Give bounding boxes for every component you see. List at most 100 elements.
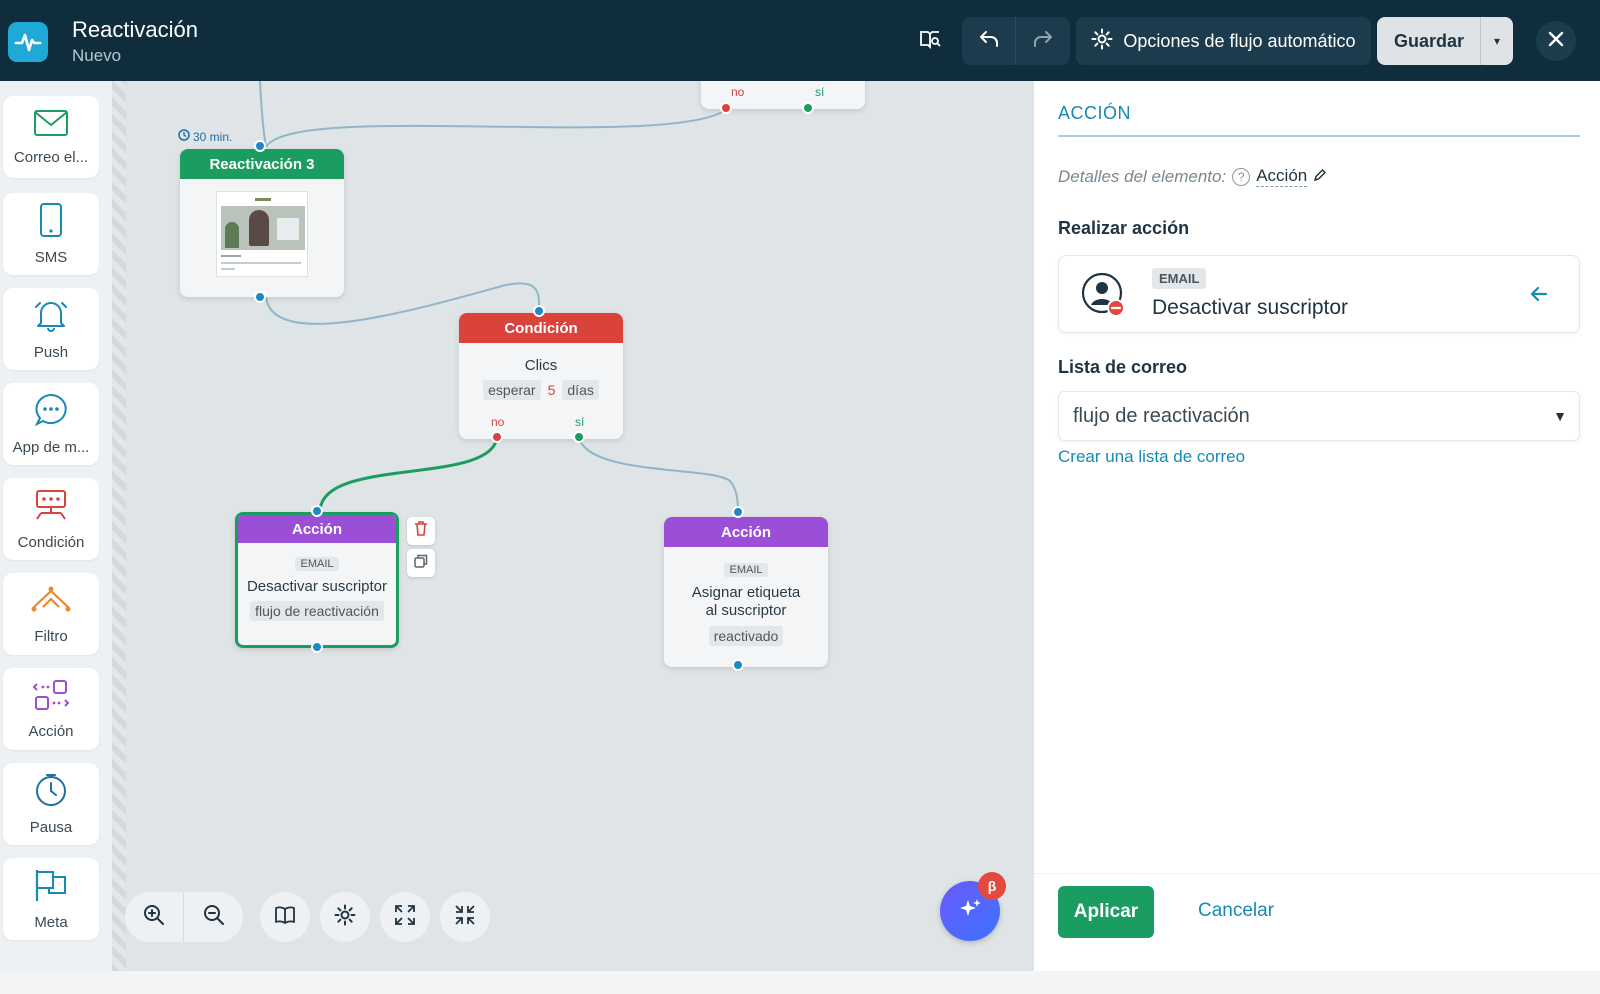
redo-button[interactable] (1016, 17, 1070, 65)
top-header: Reactivación Nuevo Opciones de flujo aut… (0, 0, 1600, 81)
element-palette: Correo el... SMS Push App de m... Condic… (0, 81, 112, 971)
mailing-list-value: flujo de reactivación (1073, 404, 1250, 427)
port-action-left-out[interactable] (311, 641, 323, 653)
palette-item-condition[interactable]: Condición (3, 478, 99, 560)
filter-icon (30, 583, 72, 622)
canvas-settings-button[interactable] (320, 892, 370, 942)
zoom-out-icon (203, 904, 225, 931)
bell-icon (32, 297, 70, 338)
selected-action-card[interactable]: EMAIL Desactivar suscriptor (1058, 255, 1580, 333)
palette-item-action[interactable]: Acción (3, 668, 99, 750)
palette-item-filter[interactable]: Filtro (3, 573, 99, 655)
action-list-chip: flujo de reactivación (250, 601, 384, 621)
expand-icon (394, 904, 416, 931)
undo-button[interactable] (962, 17, 1016, 65)
port-email-in[interactable] (254, 140, 266, 152)
panel-title: ACCIÓN (1058, 103, 1132, 123)
chevron-down-icon: ▼ (1553, 408, 1567, 424)
node-condition-clics[interactable]: Condición Clics esperar 5 días no sí (459, 313, 623, 439)
duplicate-node-button[interactable] (407, 549, 435, 577)
port-condition-yes[interactable] (573, 431, 585, 443)
zoom-out-button[interactable] (184, 892, 243, 942)
connection-condition-no (318, 436, 499, 512)
action-text: Asignar etiqueta al suscriptor (664, 584, 828, 620)
copy-icon (414, 554, 428, 573)
action-icon (32, 678, 70, 717)
history-controls (962, 17, 1070, 65)
palette-item-label: Correo el... (13, 149, 89, 166)
port-action-right-in[interactable] (732, 506, 744, 518)
palette-item-push[interactable]: Push (3, 288, 99, 370)
chevron-down-icon: ▾ (1493, 34, 1501, 48)
clock-icon (178, 129, 190, 144)
palette-item-pause[interactable]: Pausa (3, 763, 99, 845)
port-action-right-out[interactable] (732, 659, 744, 671)
mailing-list-select[interactable]: flujo de reactivación ▼ (1058, 391, 1580, 441)
flag-icon (33, 867, 69, 908)
gear-icon (334, 904, 356, 931)
cancel-button[interactable]: Cancelar (1198, 900, 1274, 922)
condition-wait: esperar 5 días (459, 380, 623, 400)
sparkle-icon (957, 896, 983, 927)
close-button[interactable] (1536, 21, 1576, 61)
palette-item-label: Meta (34, 914, 68, 931)
save-dropdown-toggle[interactable]: ▾ (1480, 17, 1513, 65)
port-action-left-in[interactable] (311, 505, 323, 517)
wait-value: 5 (547, 382, 556, 398)
properties-panel: ACCIÓN Detalles del elemento: ? Acción R… (1034, 81, 1600, 971)
help-icon[interactable]: ? (1232, 167, 1251, 186)
action-text-line: al suscriptor (705, 602, 787, 619)
guide-button[interactable] (260, 892, 310, 942)
palette-item-email[interactable]: Correo el... (3, 96, 99, 178)
collapse-icon (454, 904, 476, 931)
element-name[interactable]: Acción (1256, 166, 1308, 187)
close-icon (1547, 30, 1565, 53)
palette-item-label: Pausa (29, 819, 73, 836)
flow-options-button[interactable]: Opciones de flujo automático (1076, 17, 1371, 65)
connection-top-no (265, 108, 728, 148)
clock-icon (33, 772, 69, 813)
channel-badge: EMAIL (295, 557, 339, 571)
port-email-out[interactable] (254, 291, 266, 303)
port-top-yes[interactable] (802, 102, 814, 114)
port-condition-no[interactable] (491, 431, 503, 443)
connection-top-to-email (259, 81, 267, 148)
undo-icon (978, 29, 1000, 54)
condition-event: Clics (524, 357, 558, 374)
flow-title[interactable]: Reactivación (72, 17, 198, 43)
save-button[interactable]: Guardar (1377, 31, 1480, 52)
node-email-reactivacion-3[interactable]: Reactivación 3 (180, 149, 344, 297)
gear-icon (1091, 28, 1113, 55)
edit-pencil-icon[interactable] (1313, 167, 1327, 187)
create-list-link[interactable]: Crear una lista de correo (1058, 447, 1245, 467)
port-condition-in[interactable] (533, 305, 545, 317)
node-action-deactivate[interactable]: Acción EMAIL Desactivar suscriptor flujo… (235, 512, 399, 648)
action-text: Desactivar suscriptor (246, 578, 388, 595)
palette-item-goal[interactable]: Meta (3, 858, 99, 940)
node-header: Acción (664, 517, 828, 547)
details-label: Detalles del elemento: (1058, 166, 1227, 186)
palette-item-label: Filtro (34, 628, 68, 645)
node-action-assign-tag[interactable]: Acción EMAIL Asignar etiqueta al suscrip… (664, 517, 828, 667)
palette-item-label: SMS (34, 249, 68, 266)
flow-options-label: Opciones de flujo automático (1123, 30, 1356, 51)
fit-screen-button[interactable] (380, 892, 430, 942)
apply-button[interactable]: Aplicar (1058, 886, 1154, 938)
node-header: Acción (238, 515, 396, 543)
action-tag-chip: reactivado (708, 626, 784, 646)
flow-canvas[interactable]: no sí 30 min. Reactivación 3 Condición C… (112, 81, 1034, 971)
port-top-no[interactable] (720, 102, 732, 114)
zoom-in-button[interactable] (125, 892, 184, 942)
redo-icon (1032, 29, 1054, 54)
palette-item-sms[interactable]: SMS (3, 193, 99, 275)
arrow-left-icon[interactable] (1529, 284, 1549, 309)
palette-item-app-messages[interactable]: App de m... (3, 383, 99, 465)
action-text-line: Asignar etiqueta (691, 584, 801, 601)
preview-button[interactable] (912, 17, 948, 65)
delete-node-button[interactable] (407, 517, 435, 545)
collapse-button[interactable] (440, 892, 490, 942)
app-logo-icon[interactable] (8, 22, 48, 62)
delay-label: 30 min. (193, 129, 233, 144)
element-details: Detalles del elemento: ? Acción (1058, 166, 1327, 187)
email-thumbnail (216, 191, 308, 277)
